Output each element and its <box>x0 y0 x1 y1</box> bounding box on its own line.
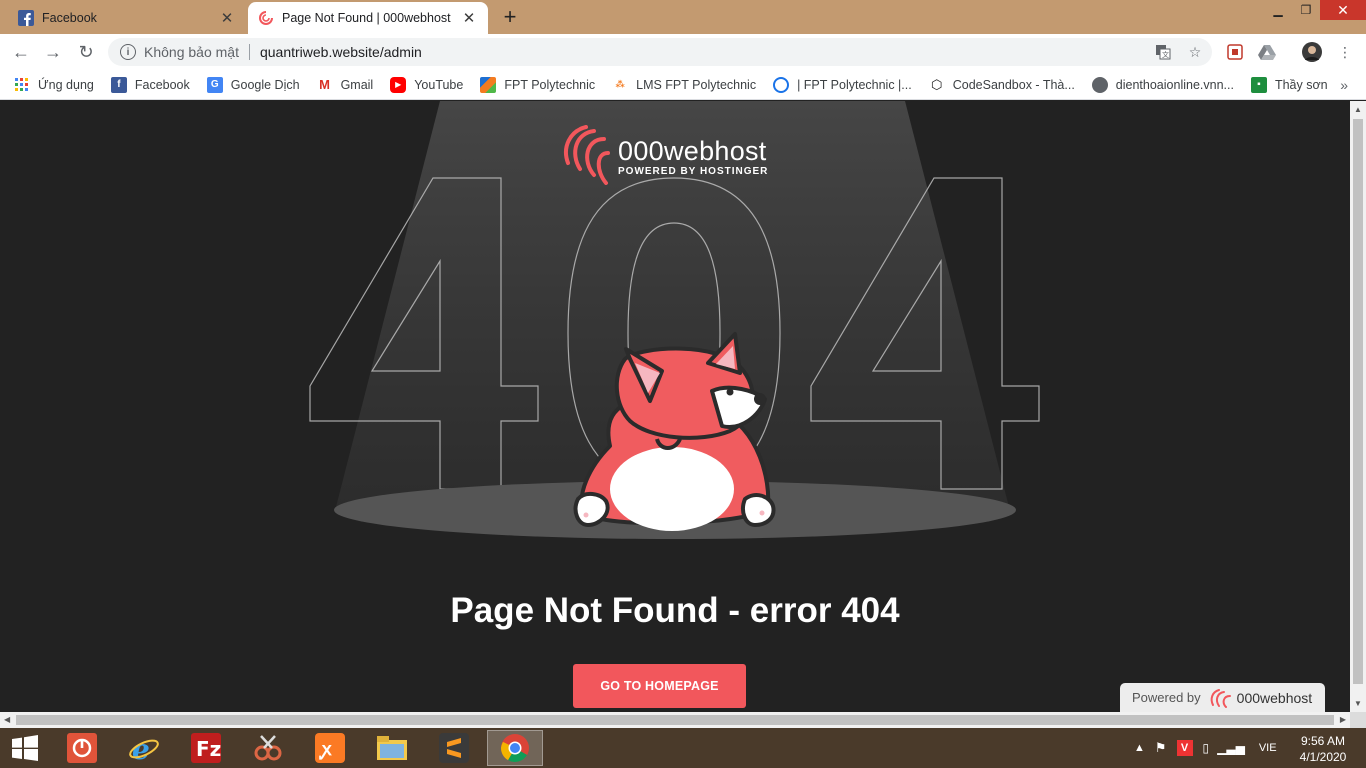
taskbar-clock[interactable]: 9:56 AM 4/1/2020 <box>1290 733 1356 765</box>
000webhost-icon <box>1209 688 1233 708</box>
scrollbar-thumb[interactable] <box>16 715 1334 725</box>
bookmark-codesandbox[interactable]: ⬡ CodeSandbox - Thà... <box>928 76 1075 93</box>
google-translate-icon: G <box>206 76 223 93</box>
bookmark-dienthoaionline[interactable]: dienthoaionline.vnn... <box>1091 76 1234 93</box>
bookmark-apps[interactable]: Ứng dụng <box>14 77 94 93</box>
security-label: Không bảo mật <box>144 44 239 60</box>
window-controls: ▁ ❐ ✕ <box>1264 0 1366 20</box>
scrollbar-thumb[interactable] <box>1353 119 1363 684</box>
youtube-icon: ▶ <box>390 76 407 93</box>
chevron-up-icon[interactable]: ▲ <box>1134 742 1145 754</box>
fpt-icon <box>480 76 497 93</box>
sublime-text-icon[interactable] <box>426 730 482 766</box>
internet-explorer-icon[interactable]: e <box>116 730 172 766</box>
window-close-icon[interactable]: ✕ <box>1320 0 1366 20</box>
extension-pdf-icon[interactable] <box>1226 43 1244 61</box>
page-title: Page Not Found - error 404 <box>450 591 900 630</box>
restore-icon[interactable]: ❐ <box>1292 0 1320 20</box>
clock-time: 9:56 AM <box>1300 734 1346 748</box>
xampp-icon[interactable]: ꭙ <box>302 730 358 766</box>
powered-by-label: Powered by <box>1132 690 1201 705</box>
menu-icon[interactable]: ⋮ <box>1336 43 1354 61</box>
file-explorer-icon[interactable] <box>364 730 420 766</box>
globe-icon <box>1091 76 1108 93</box>
windows-taskbar: e Fz ꭙ ▲ ⚑ V ▯ ▁▃▅ VIE 9:56 AM 4/1/2020 <box>0 728 1366 768</box>
bookmark-facebook[interactable]: f Facebook <box>110 76 190 93</box>
bookmark-fpt[interactable]: FPT Polytechnic <box>480 76 595 93</box>
chevron-right-icon[interactable]: » <box>1340 77 1348 93</box>
apps-grid-icon <box>14 77 30 93</box>
avatar[interactable] <box>1302 42 1322 62</box>
address-bar[interactable]: i Không bảo mật quantriweb.website/admin <box>108 38 1212 66</box>
gmail-icon: M <box>316 76 333 93</box>
translate-icon[interactable]: 文 <box>1154 43 1172 61</box>
bookmark-lms[interactable]: ⁂ LMS FPT Polytechnic <box>612 76 756 93</box>
back-icon[interactable]: ← <box>10 41 32 63</box>
window-titlebar: Facebook ✕ Page Not Found | 000webhost ✕… <box>0 0 1366 34</box>
000webhost-icon <box>258 10 274 26</box>
facebook-icon: f <box>110 76 127 93</box>
logo-name: 000webhost <box>618 135 767 166</box>
scroll-up-icon[interactable]: ▲ <box>1354 105 1362 114</box>
flag-icon[interactable]: ⚑ <box>1155 740 1167 756</box>
tab-title: Page Not Found | 000webhost <box>282 11 451 25</box>
divider <box>248 44 250 60</box>
facebook-icon <box>18 10 34 26</box>
tab-facebook[interactable]: Facebook ✕ <box>8 2 246 34</box>
input-language[interactable]: VIE <box>1259 742 1277 754</box>
lms-icon: ⁂ <box>612 76 629 93</box>
svg-text:文: 文 <box>1162 50 1169 59</box>
close-icon[interactable]: ✕ <box>218 9 236 27</box>
svg-text:Fz: Fz <box>196 737 221 761</box>
system-tray: ▲ ⚑ V ▯ ▁▃▅ VIE <box>1134 728 1277 768</box>
forward-icon[interactable]: → <box>42 41 64 63</box>
minimize-icon[interactable]: ▁ <box>1264 0 1292 20</box>
signal-icon[interactable]: ▁▃▅ <box>1217 741 1245 755</box>
new-tab-button[interactable]: + <box>498 6 522 28</box>
chrome-icon[interactable] <box>487 730 543 766</box>
url-text[interactable]: quantriweb.website/admin <box>260 44 422 60</box>
star-icon[interactable]: ☆ <box>1186 43 1204 61</box>
scrollbar-corner <box>1350 712 1366 728</box>
horizontal-scrollbar[interactable]: ◀ ▶ <box>0 712 1350 728</box>
bookmark-youtube[interactable]: ▶ YouTube <box>390 76 463 93</box>
scroll-right-icon[interactable]: ▶ <box>1340 715 1346 724</box>
shutdown-app-icon[interactable] <box>54 730 110 766</box>
reload-icon[interactable]: ↻ <box>75 41 97 63</box>
bookmarks-bar: Ứng dụng f Facebook G Google Dịch M Gmai… <box>0 70 1366 100</box>
windows-start-icon[interactable] <box>0 730 50 766</box>
filezilla-icon[interactable]: Fz <box>178 730 234 766</box>
bookmark-gmail[interactable]: M Gmail <box>316 76 373 93</box>
scroll-left-icon[interactable]: ◀ <box>4 715 10 724</box>
circle-icon <box>773 76 790 93</box>
bookmark-google-translate[interactable]: G Google Dịch <box>206 76 300 93</box>
clock-date: 4/1/2020 <box>1299 750 1347 764</box>
browser-toolbar: ← → ↻ i Không bảo mật quantriweb.website… <box>0 34 1366 70</box>
vietkey-icon[interactable]: V <box>1176 740 1193 756</box>
tab-000webhost[interactable]: Page Not Found | 000webhost ✕ <box>248 2 488 34</box>
close-icon[interactable]: ✕ <box>460 9 478 27</box>
battery-icon[interactable]: ▯ <box>1203 741 1210 755</box>
info-icon[interactable]: i <box>120 44 136 60</box>
classroom-icon: ▪ <box>1250 76 1267 93</box>
page-content: 000webhost POWERED BY HOSTINGER Page Not… <box>0 101 1350 712</box>
bookmark-thay-son[interactable]: ▪ Thầy sơn <box>1250 76 1328 93</box>
logo-tagline: POWERED BY HOSTINGER <box>618 165 769 177</box>
powered-by-name: 000webhost <box>1236 689 1313 706</box>
scroll-down-icon[interactable]: ▼ <box>1354 699 1362 708</box>
vertical-scrollbar[interactable]: ▲ ▼ <box>1350 101 1366 712</box>
powered-by-badge[interactable]: Powered by 000webhost <box>1120 683 1325 712</box>
000webhost-icon <box>560 123 612 190</box>
codesandbox-icon: ⬡ <box>928 76 945 93</box>
000webhost-logo[interactable]: 000webhost POWERED BY HOSTINGER <box>560 123 768 190</box>
tab-title: Facebook <box>42 11 97 25</box>
drive-icon[interactable] <box>1258 43 1276 61</box>
snipping-tool-icon[interactable] <box>240 730 296 766</box>
go-to-homepage-button[interactable]: GO TO HOMEPAGE <box>573 664 746 708</box>
bookmark-fpt-portal[interactable]: | FPT Polytechnic |... <box>773 76 912 93</box>
